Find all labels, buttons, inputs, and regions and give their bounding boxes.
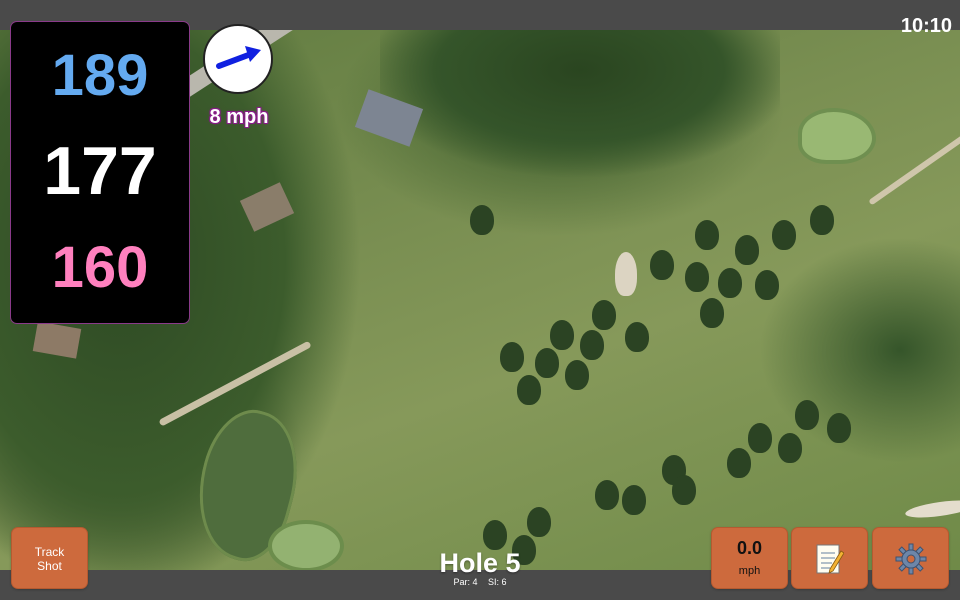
clock: 10:10 bbox=[900, 15, 952, 37]
wind-compass bbox=[203, 24, 273, 94]
tree bbox=[517, 375, 541, 405]
tree bbox=[685, 262, 709, 292]
sand-bunker bbox=[615, 252, 637, 296]
track-shot-button[interactable]: Track Shot bbox=[12, 528, 87, 588]
tree bbox=[772, 220, 796, 250]
notepad-icon bbox=[816, 544, 844, 574]
speed-button[interactable]: 0.0 mph bbox=[712, 528, 787, 588]
tree bbox=[810, 205, 834, 235]
wind-arrow-icon bbox=[216, 46, 261, 69]
stroke-index-label: SI: 6 bbox=[488, 577, 507, 587]
sand-bunker bbox=[904, 497, 960, 521]
tree bbox=[727, 448, 751, 478]
par-label: Par: 4 bbox=[453, 577, 478, 587]
tree bbox=[535, 348, 559, 378]
middle-yardage: 177 bbox=[43, 133, 157, 209]
tree bbox=[827, 413, 851, 443]
tree bbox=[700, 298, 724, 328]
tree bbox=[718, 268, 742, 298]
tree bbox=[650, 250, 674, 280]
wind-speed-label: 8 mph bbox=[209, 106, 269, 128]
speed-unit: mph bbox=[738, 565, 761, 577]
putting-green bbox=[268, 520, 344, 570]
tree bbox=[695, 220, 719, 250]
tree bbox=[580, 330, 604, 360]
back-yardage: 189 bbox=[51, 43, 149, 108]
tree bbox=[672, 475, 696, 505]
hole-info: Par: 4 SI: 6 bbox=[380, 577, 580, 587]
speed-value: 0.0 bbox=[736, 538, 763, 558]
tree bbox=[565, 360, 589, 390]
tree bbox=[755, 270, 779, 300]
tree bbox=[470, 205, 494, 235]
track-shot-label: Track Shot bbox=[34, 545, 65, 573]
yardage-panel: 189 177 160 bbox=[11, 22, 189, 323]
tree bbox=[622, 485, 646, 515]
tree bbox=[592, 300, 616, 330]
tree bbox=[527, 507, 551, 537]
front-yardage: 160 bbox=[51, 235, 149, 300]
tree bbox=[500, 342, 524, 372]
tree bbox=[625, 322, 649, 352]
tree bbox=[483, 520, 507, 550]
settings-button[interactable] bbox=[873, 528, 948, 588]
tree bbox=[778, 433, 802, 463]
hole-title: Hole 5 bbox=[439, 548, 521, 578]
tree bbox=[550, 320, 574, 350]
tree bbox=[748, 423, 772, 453]
cart-path bbox=[868, 131, 960, 206]
tree bbox=[735, 235, 759, 265]
tree bbox=[795, 400, 819, 430]
tree-cover bbox=[380, 30, 780, 210]
gear-icon bbox=[895, 543, 927, 575]
putting-green bbox=[798, 108, 876, 164]
tree bbox=[595, 480, 619, 510]
notes-button[interactable] bbox=[792, 528, 867, 588]
